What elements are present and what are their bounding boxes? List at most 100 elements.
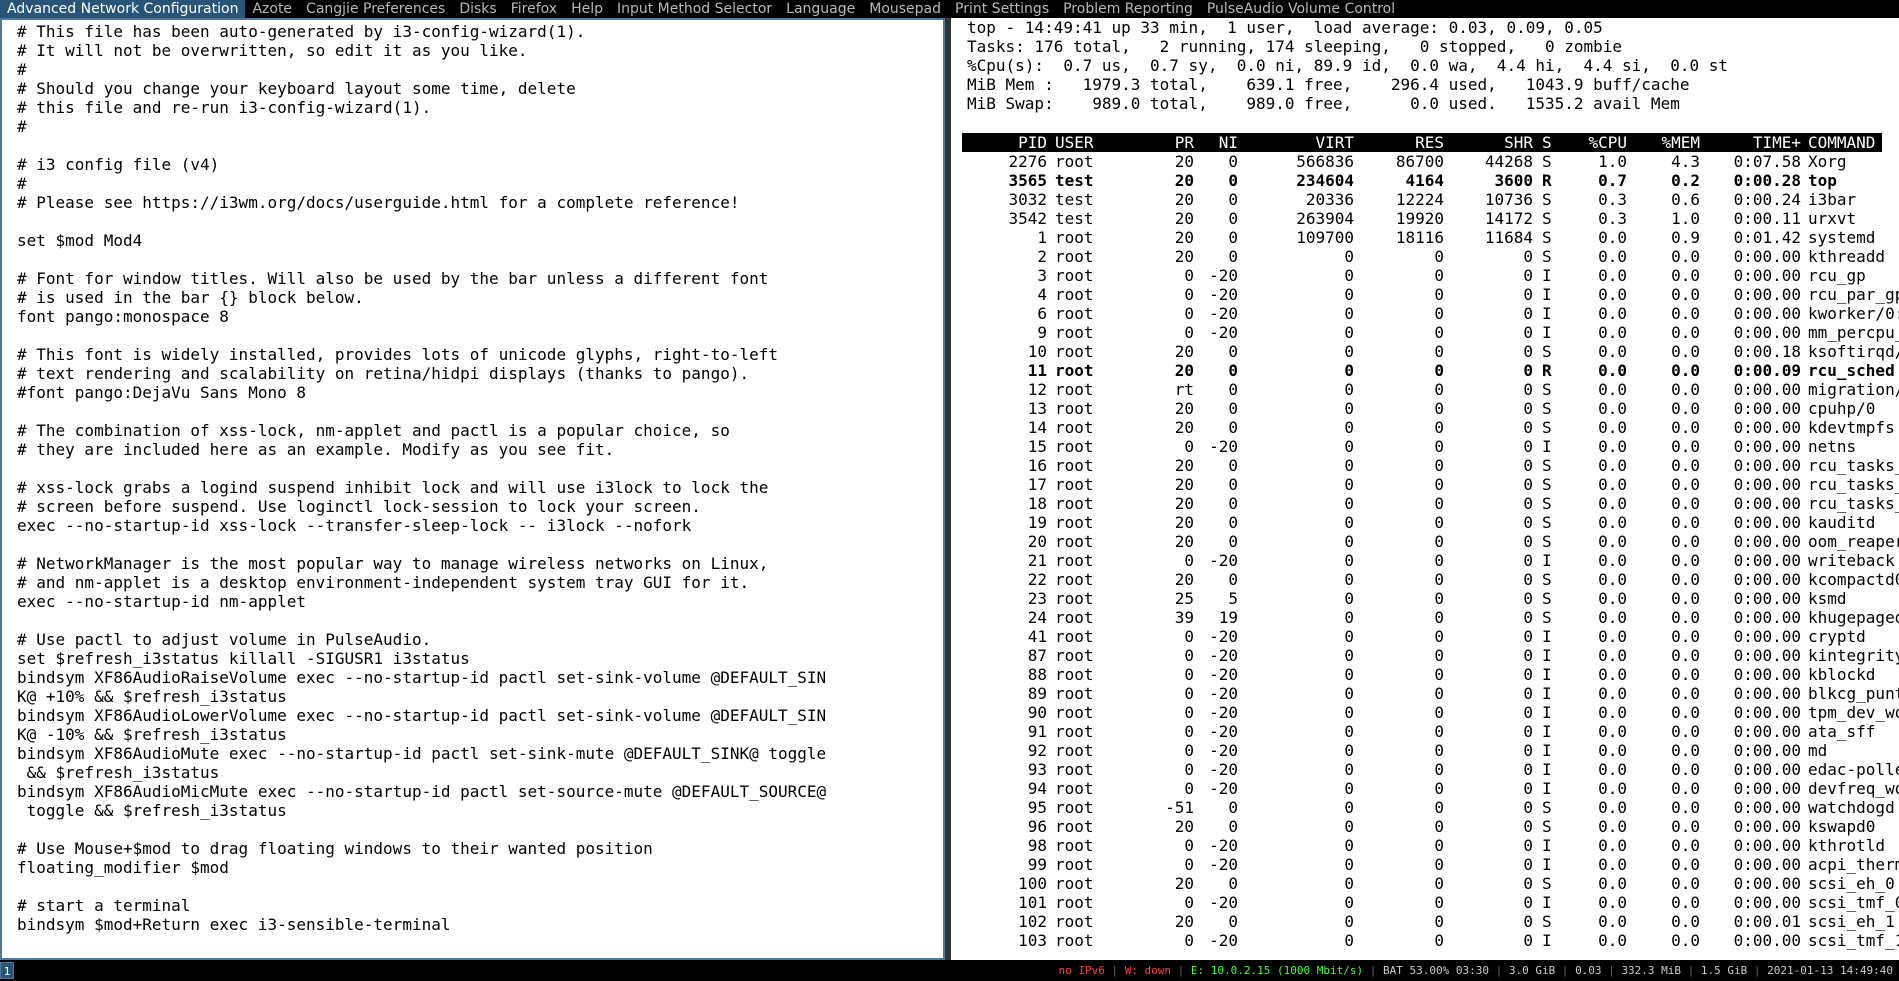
status-item: 0.03	[1575, 964, 1602, 977]
table-cell: 90	[1027, 703, 1047, 722]
table-cell: 0	[1434, 266, 1444, 285]
table-cell: root	[1055, 437, 1094, 456]
launcher-item[interactable]: Azote	[245, 0, 299, 18]
table-cell: 0	[1344, 494, 1354, 513]
table-cell: %CPU	[1588, 133, 1627, 152]
top-summary-line: %Cpu(s): 0.7 us, 0.7 sy, 0.0 ni, 89.9 id…	[967, 56, 1728, 75]
table-cell: mm_percpu_wq	[1808, 323, 1899, 342]
table-cell: 0.3	[1598, 209, 1627, 228]
table-cell: 0:00.00	[1733, 570, 1801, 589]
launcher-item[interactable]: Language	[779, 0, 862, 18]
table-cell: ksmd	[1808, 589, 1847, 608]
launcher-item[interactable]: Problem Reporting	[1056, 0, 1200, 18]
table-row: 96 root 20 0 0 0 0 S 0.0 0.0 0:00.00 kswapd0	[962, 817, 1882, 836]
table-cell: 0.0	[1671, 931, 1700, 950]
config-line: # The combination of xss-lock, nm-applet…	[17, 421, 730, 440]
status-item: 332.3 MiB	[1621, 964, 1682, 977]
table-cell: rcu_sched	[1808, 361, 1895, 380]
launcher-item[interactable]: PulseAudio Volume Control	[1200, 0, 1402, 18]
table-cell: root	[1055, 798, 1094, 817]
table-cell: 0.0	[1671, 304, 1700, 323]
table-cell: root	[1055, 361, 1094, 380]
table-cell: 6	[1037, 304, 1047, 323]
table-cell: 0	[1184, 285, 1194, 304]
table-cell: 20	[1174, 361, 1194, 380]
table-cell: 101	[1018, 893, 1047, 912]
table-cell: 0	[1228, 532, 1238, 551]
table-cell: root	[1055, 247, 1094, 266]
config-line: # Use pactl to adjust volume in PulseAud…	[17, 630, 432, 649]
launcher-item[interactable]: Input Method Selector	[610, 0, 779, 18]
config-line: # Font for window titles. Will also be u…	[17, 269, 769, 288]
workspace-button[interactable]: 1	[0, 962, 14, 979]
table-cell: rcu_gp	[1808, 266, 1866, 285]
table-cell: kdevtmpfs	[1808, 418, 1895, 437]
config-line: # this file and re-run i3-config-wizard(…	[17, 98, 432, 117]
table-row: 90 root 0 -20 0 0 0 I 0.0 0.0 0:00.00 tpm_dev_wq	[962, 703, 1899, 722]
status-item: 3.0 GiB	[1508, 964, 1556, 977]
table-row: 22 root 20 0 0 0 0 S 0.0 0.0 0:00.00 kcompactd0	[962, 570, 1899, 589]
table-cell: root	[1055, 475, 1094, 494]
table-cell: 0	[1523, 779, 1533, 798]
config-line: # i3 config file (v4)	[17, 155, 220, 174]
table-cell: 0	[1434, 437, 1444, 456]
table-cell: 0:00.00	[1733, 836, 1801, 855]
table-cell: 0	[1523, 874, 1533, 893]
table-cell: S	[1542, 209, 1552, 228]
table-cell: 41	[1027, 627, 1047, 646]
table-cell: 1	[1037, 228, 1047, 247]
table-cell: scsi_tmf_0	[1808, 893, 1899, 912]
table-cell: NI	[1218, 133, 1238, 152]
table-cell: 0:00.00	[1733, 323, 1801, 342]
table-cell: 0.0	[1598, 798, 1627, 817]
table-cell: root	[1055, 304, 1094, 323]
table-cell: I	[1542, 855, 1552, 874]
table-cell: 0	[1344, 722, 1354, 741]
table-cell: I	[1542, 836, 1552, 855]
table-cell: 0	[1434, 608, 1444, 627]
table-cell: 20	[1174, 342, 1194, 361]
table-cell: 0.0	[1598, 817, 1627, 836]
top-summary-line: top - 14:49:41 up 33 min, 1 user, load a…	[967, 18, 1603, 37]
table-row: 19 root 20 0 0 0 0 S 0.0 0.0 0:00.00 kauditd	[962, 513, 1882, 532]
table-cell: 9	[1037, 323, 1047, 342]
table-cell: -20	[1209, 893, 1238, 912]
launcher-item[interactable]: Mousepad	[862, 0, 948, 18]
table-cell: 0	[1523, 532, 1533, 551]
launcher-item[interactable]: Disks	[452, 0, 503, 18]
table-cell: 4	[1037, 285, 1047, 304]
table-cell: 0:01.42	[1733, 228, 1801, 247]
config-line: # Use Mouse+$mod to drag floating window…	[17, 839, 653, 858]
table-cell: root	[1055, 323, 1094, 342]
launcher-item[interactable]: Advanced Network Configuration	[0, 0, 246, 18]
table-cell: 0	[1434, 513, 1444, 532]
status-item: no IPv6	[1058, 964, 1105, 977]
config-editor-window[interactable]: # This file has been auto-generated by i…	[0, 18, 945, 960]
table-cell: 0	[1184, 703, 1194, 722]
table-row: 11 root 20 0 0 0 0 R 0.0 0.0 0:00.09 rcu_sched	[962, 361, 1895, 380]
launcher-item[interactable]: Cangjie Preferences	[299, 0, 452, 18]
status-item: 1.5 GiB	[1700, 964, 1748, 977]
launcher-item[interactable]: Firefox	[504, 0, 564, 18]
table-cell: 0	[1434, 285, 1444, 304]
table-row: 92 root 0 -20 0 0 0 I 0.0 0.0 0:00.00 md	[962, 741, 1882, 760]
top-terminal-window[interactable]: top - 14:49:41 up 33 min, 1 user, load a…	[951, 18, 1899, 960]
table-cell: 0.0	[1671, 665, 1700, 684]
config-line	[17, 250, 826, 269]
table-cell: 0	[1344, 646, 1354, 665]
table-cell: 0	[1344, 779, 1354, 798]
table-cell: S	[1542, 152, 1552, 171]
table-cell: I	[1542, 931, 1552, 950]
status-separator: |	[1555, 964, 1576, 977]
launcher-item[interactable]: Help	[564, 0, 610, 18]
launcher-item[interactable]: Print Settings	[948, 0, 1056, 18]
config-text[interactable]: # This file has been auto-generated by i…	[17, 22, 826, 934]
table-cell: 0	[1184, 741, 1194, 760]
table-cell: S	[1542, 190, 1552, 209]
table-cell: 0	[1523, 418, 1533, 437]
table-cell: watchdogd	[1808, 798, 1895, 817]
table-cell: 0	[1434, 684, 1444, 703]
table-cell: 0	[1523, 361, 1533, 380]
table-cell: scsi_tmf_1	[1808, 931, 1899, 950]
table-cell: 0	[1184, 437, 1194, 456]
